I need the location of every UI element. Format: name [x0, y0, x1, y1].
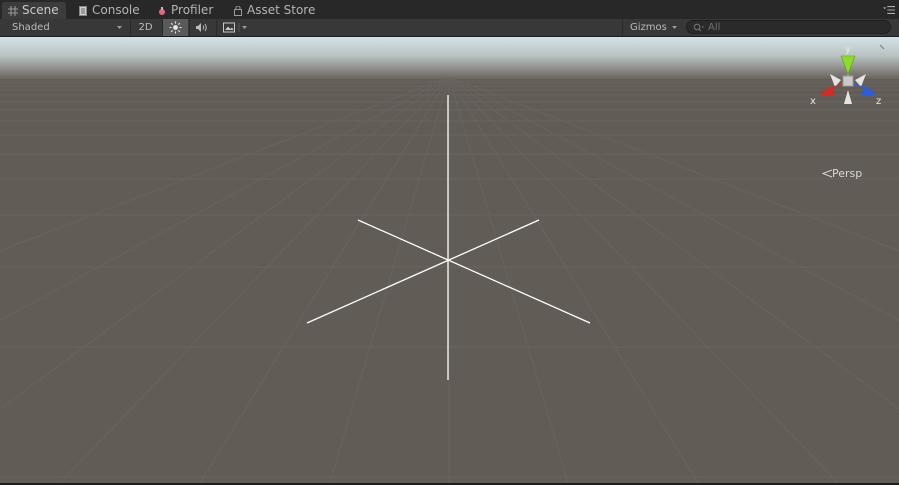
gizmo-axis-x[interactable]: x — [810, 83, 843, 107]
gizmo-z-label: z — [876, 96, 881, 107]
scene-effects-dropdown[interactable] — [216, 19, 252, 36]
gizmo-center-cube[interactable] — [842, 75, 854, 87]
scene-viewport[interactable]: y x z Persp — [0, 37, 899, 483]
scene-toolbar: Shaded 2D Gizmos — [0, 19, 899, 37]
panel-menu-icon[interactable] — [883, 4, 895, 16]
grid-icon — [8, 5, 18, 16]
tab-scene-label: Scene — [22, 3, 59, 17]
search-icon — [693, 23, 704, 31]
gizmos-dropdown[interactable]: Gizmos — [622, 19, 682, 36]
gizmo-lock-icon[interactable] — [879, 44, 885, 50]
editor-tab-bar: Scene Console Profiler Asset Store — [0, 0, 899, 20]
orientation-gizmo[interactable]: y x z — [808, 42, 888, 112]
gizmo-y-label: y — [845, 44, 851, 55]
shading-mode-label: Shaded — [12, 22, 50, 33]
tab-console[interactable]: Console — [72, 2, 146, 19]
tab-asset-store-label: Asset Store — [247, 3, 316, 17]
tab-profiler[interactable]: Profiler — [151, 2, 219, 19]
tab-scene[interactable]: Scene — [2, 2, 66, 19]
tab-asset-store[interactable]: Asset Store — [227, 2, 321, 19]
sun-icon — [169, 21, 182, 34]
bag-icon — [234, 5, 242, 16]
perspective-icon — [821, 169, 833, 178]
sky-horizon — [0, 37, 899, 79]
profiler-icon — [159, 6, 165, 15]
shading-mode-dropdown[interactable]: Shaded — [0, 19, 126, 36]
scene-search-box[interactable] — [686, 20, 891, 34]
gizmos-label: Gizmos — [630, 22, 667, 33]
scene-lighting-toggle[interactable] — [162, 19, 188, 36]
gizmo-axis-y[interactable]: y — [840, 44, 856, 75]
console-icon — [79, 5, 87, 16]
projection-toggle[interactable]: Persp — [821, 167, 863, 180]
mode-2d-label: 2D — [138, 22, 153, 33]
projection-label: Persp — [832, 167, 863, 180]
image-effects-icon — [222, 22, 247, 33]
dropdown-arrow-icon — [672, 26, 677, 29]
search-input[interactable] — [708, 21, 878, 33]
tab-console-label: Console — [92, 3, 140, 17]
gizmo-axis-z[interactable]: z — [853, 83, 881, 107]
scene-view-canvas[interactable] — [0, 37, 899, 483]
speaker-icon — [195, 23, 207, 32]
tab-profiler-label: Profiler — [171, 3, 214, 17]
scene-audio-toggle[interactable] — [189, 19, 213, 36]
dropdown-arrow-icon — [117, 26, 122, 29]
mode-2d-button[interactable]: 2D — [130, 19, 160, 36]
gizmo-x-label: x — [810, 96, 816, 107]
